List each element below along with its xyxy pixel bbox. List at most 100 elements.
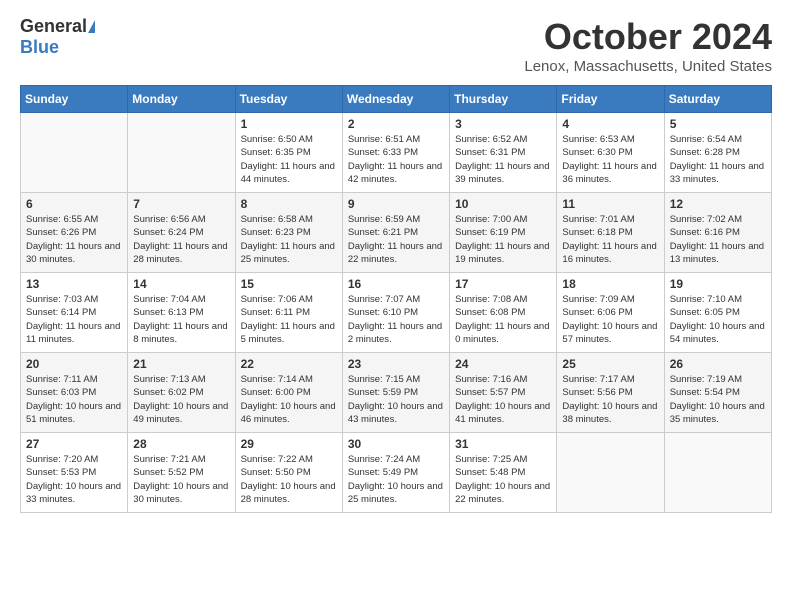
day-info: Sunrise: 6:56 AM Sunset: 6:24 PM Dayligh… [133,213,229,266]
day-number: 15 [241,277,337,291]
day-number: 12 [670,197,766,211]
day-info: Sunrise: 6:59 AM Sunset: 6:21 PM Dayligh… [348,213,444,266]
day-info: Sunrise: 7:11 AM Sunset: 6:03 PM Dayligh… [26,373,122,426]
day-number: 5 [670,117,766,131]
day-info: Sunrise: 7:22 AM Sunset: 5:50 PM Dayligh… [241,453,337,506]
calendar-cell: 14 Sunrise: 7:04 AM Sunset: 6:13 PM Dayli… [128,273,235,353]
day-number: 28 [133,437,229,451]
day-number: 20 [26,357,122,371]
calendar-cell: 4Sunrise: 6:53 AM Sunset: 6:30 PM Daylig… [557,113,664,193]
day-info: Sunrise: 6:52 AM Sunset: 6:31 PM Dayligh… [455,133,551,186]
day-number: 11 [562,197,658,211]
day-number: 4 [562,117,658,131]
day-info: Sunrise: 7:06 AM Sunset: 6:11 PM Dayligh… [241,293,337,346]
day-info: Sunrise: 7:13 AM Sunset: 6:02 PM Dayligh… [133,373,229,426]
logo-blue: Blue [20,37,59,57]
day-number: 9 [348,197,444,211]
calendar-cell: 30 Sunrise: 7:24 AM Sunset: 5:49 PM Dayli… [342,433,449,513]
day-number: 22 [241,357,337,371]
day-number: 27 [26,437,122,451]
day-info: Sunrise: 6:51 AM Sunset: 6:33 PM Dayligh… [348,133,444,186]
day-header-friday: Friday [557,86,664,113]
day-number: 26 [670,357,766,371]
calendar-cell: 22 Sunrise: 7:14 AM Sunset: 6:00 PM Dayli… [235,353,342,433]
day-header-wednesday: Wednesday [342,86,449,113]
day-info: Sunrise: 6:54 AM Sunset: 6:28 PM Dayligh… [670,133,766,186]
day-number: 31 [455,437,551,451]
day-number: 7 [133,197,229,211]
day-info: Sunrise: 7:20 AM Sunset: 5:53 PM Dayligh… [26,453,122,506]
calendar-cell: 17 Sunrise: 7:08 AM Sunset: 6:08 PM Dayli… [450,273,557,353]
day-info: Sunrise: 7:02 AM Sunset: 6:16 PM Dayligh… [670,213,766,266]
calendar-cell: 3 Sunrise: 6:52 AM Sunset: 6:31 PM Daylig… [450,113,557,193]
calendar-cell: 9 Sunrise: 6:59 AM Sunset: 6:21 PM Daylig… [342,193,449,273]
day-info: Sunrise: 6:55 AM Sunset: 6:26 PM Dayligh… [26,213,122,266]
calendar-cell: 18Sunrise: 7:09 AM Sunset: 6:06 PM Dayli… [557,273,664,353]
day-header-saturday: Saturday [664,86,771,113]
calendar-cell: 10 Sunrise: 7:00 AM Sunset: 6:19 PM Dayli… [450,193,557,273]
calendar-table: SundayMondayTuesdayWednesdayThursdayFrid… [20,85,772,513]
day-info: Sunrise: 7:10 AM Sunset: 6:05 PM Dayligh… [670,293,766,346]
calendar-cell: 8 Sunrise: 6:58 AM Sunset: 6:23 PM Daylig… [235,193,342,273]
calendar-cell: 31 Sunrise: 7:25 AM Sunset: 5:48 PM Dayli… [450,433,557,513]
day-number: 19 [670,277,766,291]
header: General Blue October 2024 Lenox, Massach… [20,16,772,75]
month-title: October 2024 [524,16,772,58]
calendar-cell: 15 Sunrise: 7:06 AM Sunset: 6:11 PM Dayli… [235,273,342,353]
day-info: Sunrise: 7:03 AM Sunset: 6:14 PM Dayligh… [26,293,122,346]
calendar-cell: 5 Sunrise: 6:54 AM Sunset: 6:28 PM Daylig… [664,113,771,193]
calendar-cell: 26 Sunrise: 7:19 AM Sunset: 5:54 PM Dayli… [664,353,771,433]
day-number: 24 [455,357,551,371]
calendar-cell: 27 Sunrise: 7:20 AM Sunset: 5:53 PM Dayli… [21,433,128,513]
calendar-cell: 21 Sunrise: 7:13 AM Sunset: 6:02 PM Dayli… [128,353,235,433]
calendar-cell [557,433,664,513]
calendar-cell: 6Sunrise: 6:55 AM Sunset: 6:26 PM Daylig… [21,193,128,273]
day-info: Sunrise: 6:50 AM Sunset: 6:35 PM Dayligh… [241,133,337,186]
day-number: 13 [26,277,122,291]
day-number: 21 [133,357,229,371]
day-info: Sunrise: 7:14 AM Sunset: 6:00 PM Dayligh… [241,373,337,426]
calendar-cell: 29Sunrise: 7:22 AM Sunset: 5:50 PM Dayli… [235,433,342,513]
calendar-cell [664,433,771,513]
day-number: 8 [241,197,337,211]
calendar-cell: 24Sunrise: 7:16 AM Sunset: 5:57 PM Dayli… [450,353,557,433]
calendar-cell: 2 Sunrise: 6:51 AM Sunset: 6:33 PM Daylig… [342,113,449,193]
calendar-cell: 20 Sunrise: 7:11 AM Sunset: 6:03 PM Dayli… [21,353,128,433]
day-header-thursday: Thursday [450,86,557,113]
day-info: Sunrise: 7:24 AM Sunset: 5:49 PM Dayligh… [348,453,444,506]
day-number: 23 [348,357,444,371]
day-number: 10 [455,197,551,211]
day-number: 17 [455,277,551,291]
day-info: Sunrise: 7:00 AM Sunset: 6:19 PM Dayligh… [455,213,551,266]
day-number: 1 [241,117,337,131]
calendar-cell [21,113,128,193]
calendar-cell: 28 Sunrise: 7:21 AM Sunset: 5:52 PM Dayli… [128,433,235,513]
day-info: Sunrise: 7:15 AM Sunset: 5:59 PM Dayligh… [348,373,444,426]
day-info: Sunrise: 7:04 AM Sunset: 6:13 PM Dayligh… [133,293,229,346]
day-info: Sunrise: 7:07 AM Sunset: 6:10 PM Dayligh… [348,293,444,346]
calendar-cell: 25Sunrise: 7:17 AM Sunset: 5:56 PM Dayli… [557,353,664,433]
day-header-sunday: Sunday [21,86,128,113]
calendar-cell [128,113,235,193]
title-area: October 2024 Lenox, Massachusetts, Unite… [524,16,772,75]
calendar-cell: 16 Sunrise: 7:07 AM Sunset: 6:10 PM Dayli… [342,273,449,353]
calendar-cell: 1 Sunrise: 6:50 AM Sunset: 6:35 PM Daylig… [235,113,342,193]
day-number: 16 [348,277,444,291]
day-info: Sunrise: 7:21 AM Sunset: 5:52 PM Dayligh… [133,453,229,506]
calendar-cell: 19 Sunrise: 7:10 AM Sunset: 6:05 PM Dayli… [664,273,771,353]
day-header-tuesday: Tuesday [235,86,342,113]
day-header-monday: Monday [128,86,235,113]
day-info: Sunrise: 7:19 AM Sunset: 5:54 PM Dayligh… [670,373,766,426]
day-number: 30 [348,437,444,451]
day-number: 2 [348,117,444,131]
day-number: 14 [133,277,229,291]
day-number: 3 [455,117,551,131]
logo: General Blue [20,16,97,58]
day-info: Sunrise: 7:25 AM Sunset: 5:48 PM Dayligh… [455,453,551,506]
day-info: Sunrise: 7:08 AM Sunset: 6:08 PM Dayligh… [455,293,551,346]
location: Lenox, Massachusetts, United States [524,58,772,75]
calendar-cell: 23 Sunrise: 7:15 AM Sunset: 5:59 PM Dayli… [342,353,449,433]
calendar-cell: 11 Sunrise: 7:01 AM Sunset: 6:18 PM Dayli… [557,193,664,273]
day-info: Sunrise: 7:01 AM Sunset: 6:18 PM Dayligh… [562,213,658,266]
day-info: Sunrise: 6:58 AM Sunset: 6:23 PM Dayligh… [241,213,337,266]
